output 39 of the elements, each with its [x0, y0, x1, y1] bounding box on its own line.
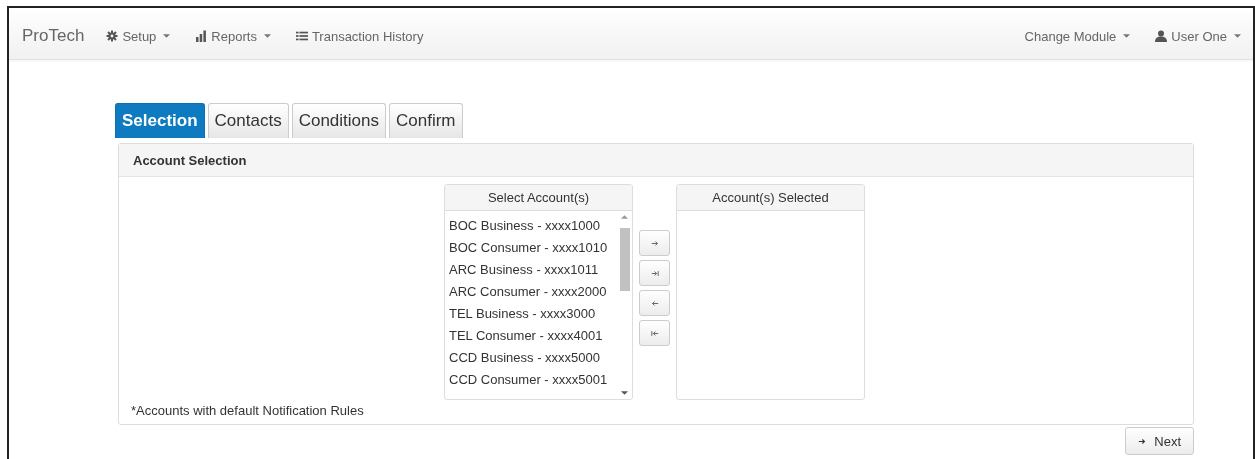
arrow-icon [650, 239, 659, 247]
brand-name[interactable]: ProTech [22, 26, 85, 46]
move-button[interactable] [639, 260, 670, 286]
arrow-to-bar-icon [650, 269, 659, 277]
next-button[interactable]: Next [1125, 427, 1194, 455]
nav-menu-item[interactable]: Setup [106, 28, 171, 44]
move-button[interactable] [639, 320, 670, 346]
nav-menu-item[interactable]: User One [1155, 28, 1241, 44]
move-button[interactable] [639, 230, 670, 256]
nav-menu-item[interactable]: Reports [195, 28, 271, 44]
list-option[interactable]: ARC Business - xxxx1011 [449, 259, 618, 281]
list-option[interactable]: ARC Consumer - xxxx2000 [449, 281, 618, 303]
bar-chart-icon [195, 30, 208, 42]
wizard-tab[interactable]: Conditions [291, 103, 386, 138]
nav-menu-item[interactable]: Transaction History [295, 28, 424, 44]
user-icon [1155, 30, 1168, 42]
list-option[interactable]: TEL Business - xxxx3000 [449, 303, 618, 325]
arrow-icon [650, 299, 659, 307]
list-icon [295, 30, 308, 42]
wizard-tab[interactable]: Selection [115, 103, 205, 138]
list-option[interactable]: TEL Consumer - xxxx4001 [449, 325, 618, 347]
list-option[interactable]: BOC Consumer - xxxx1010 [449, 237, 618, 259]
arrow-icon [1138, 437, 1147, 445]
list-option[interactable]: CCD Business - xxxx5000 [449, 347, 618, 369]
nav-menu-item[interactable]: Change Module [1024, 28, 1131, 44]
list-option[interactable]: CCD Consumer - xxxx5001 [449, 369, 618, 391]
list-option[interactable]: BOC Business - xxxx1000 [449, 215, 618, 237]
list-heading: Select Account(s) [445, 185, 632, 211]
scroll-down-icon[interactable] [621, 391, 628, 395]
scroll-up-icon[interactable] [621, 215, 628, 219]
wizard-tab[interactable]: Contacts [207, 103, 289, 138]
arrow-to-bar-icon [650, 329, 659, 337]
wizard-tab[interactable]: Confirm [389, 103, 463, 138]
footnote: *Accounts with default Notification Rules [131, 403, 365, 418]
list-heading: Account(s) Selected [677, 185, 864, 211]
scrollbar-thumb[interactable] [620, 228, 630, 291]
gear-icon [106, 30, 119, 42]
panel-title: Account Selection [133, 152, 247, 168]
move-button[interactable] [639, 290, 670, 316]
